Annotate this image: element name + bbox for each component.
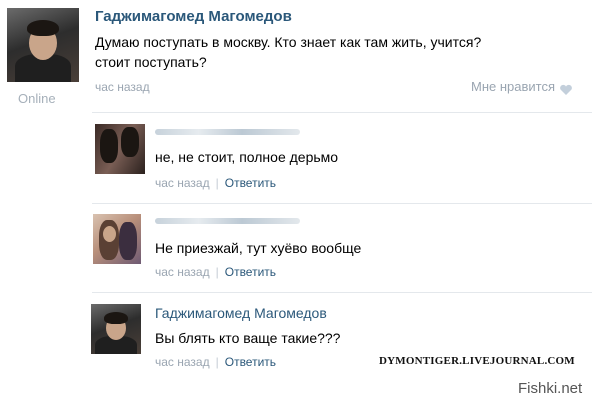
like-label: Мне нравится — [471, 79, 556, 94]
comment-2-reply-link[interactable]: Ответить — [225, 265, 276, 279]
comment-3-time[interactable]: час назад — [155, 355, 210, 369]
comment-3-avatar[interactable] — [91, 304, 141, 354]
post-author-avatar[interactable] — [7, 8, 79, 82]
comment-1-time[interactable]: час назад — [155, 176, 210, 190]
comment-2-author-name[interactable] — [155, 218, 300, 224]
comment-2-divider — [92, 292, 592, 293]
comment-3-text: Вы блять кто ваще такие??? — [155, 330, 341, 346]
comment-1-reply-link[interactable]: Ответить — [225, 176, 276, 190]
comment-1-author-name[interactable] — [155, 129, 300, 135]
meta-separator: | — [215, 176, 219, 190]
comment-2-meta: час назад | Ответить — [155, 265, 276, 279]
comment-1-avatar[interactable] — [95, 124, 145, 174]
comment-3-author-name[interactable]: Гаджимагомед Магомедов — [155, 305, 327, 321]
comment-2-avatar[interactable] — [93, 214, 141, 264]
fishki-watermark: Fishki.net — [518, 380, 583, 397]
livejournal-watermark: DYMONTIGER.LIVEJOURNAL.COM — [379, 355, 575, 367]
comment-1-divider — [92, 203, 592, 204]
heart-icon — [559, 81, 573, 95]
comment-1-text: не, не стоит, полное дерьмо — [155, 149, 339, 165]
comment-3-reply-link[interactable]: Ответить — [225, 355, 276, 369]
comment-1-meta: час назад | Ответить — [155, 176, 276, 190]
post-divider — [92, 112, 592, 113]
post-text-line1: Думаю поступать в москву. Кто знает как … — [95, 34, 482, 50]
post-text-line2: стоит поступать? — [95, 54, 207, 70]
meta-separator: | — [215, 355, 219, 369]
comment-3-meta: час назад | Ответить — [155, 355, 276, 369]
comment-2-text: Не приезжай, тут хуёво вообще — [155, 240, 362, 256]
like-button[interactable]: Мне нравится — [471, 79, 573, 95]
post-author-name[interactable]: Гаджимагомед Магомедов — [95, 8, 292, 25]
post-time[interactable]: час назад — [95, 80, 150, 94]
online-status: Online — [18, 91, 56, 106]
comment-2-time[interactable]: час назад — [155, 265, 210, 279]
meta-separator: | — [215, 265, 219, 279]
